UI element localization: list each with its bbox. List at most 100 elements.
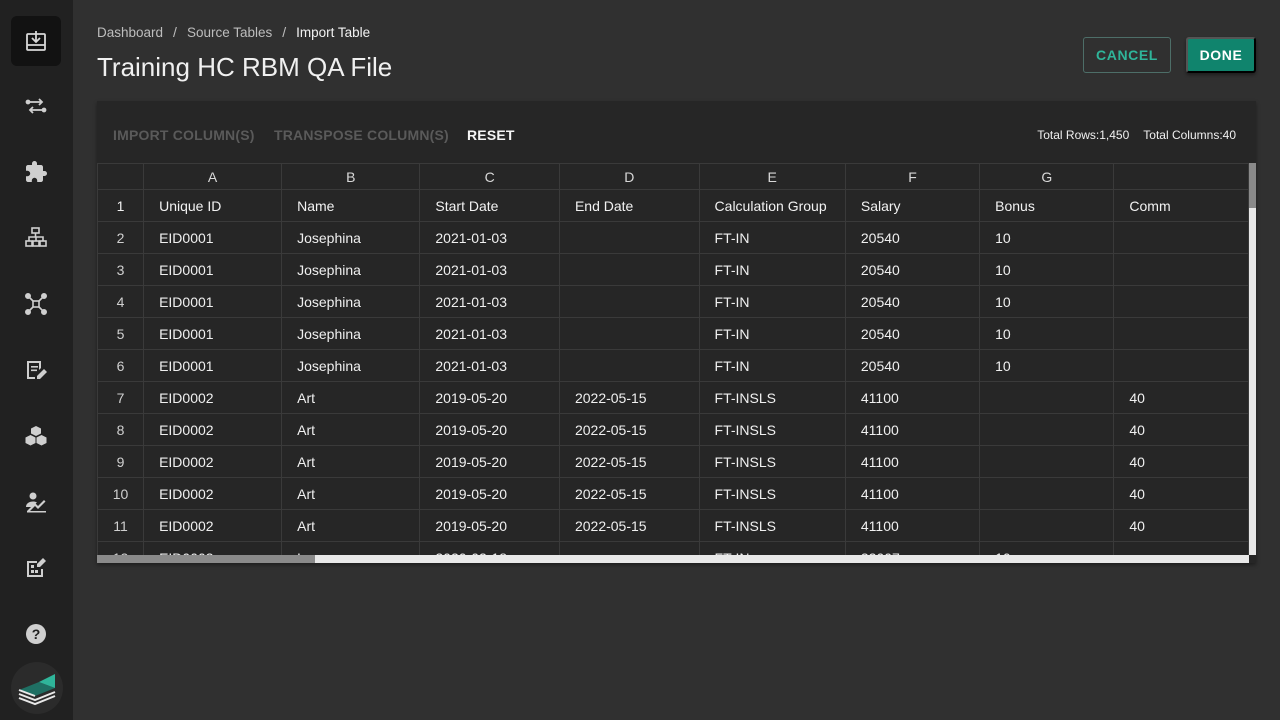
column-letter[interactable] [1113,163,1249,190]
import-columns-button[interactable]: IMPORT COLUMN(S) [113,127,255,143]
header-cell[interactable]: End Date [558,189,700,222]
sidebar-item-transfer[interactable] [11,81,61,131]
table-cell[interactable]: FT-IN [698,317,846,350]
table-cell[interactable]: 32007 [844,541,981,555]
table-cell[interactable]: Art [281,445,421,478]
table-cell[interactable]: EID0003 [143,541,283,555]
table-cell[interactable]: EID0002 [143,477,283,510]
sidebar-item-network[interactable] [11,279,61,329]
table-cell[interactable]: 10 [979,285,1115,318]
sidebar-item-plugins[interactable] [11,147,61,197]
table-cell[interactable]: 10 [979,253,1115,286]
table-cell[interactable]: FT-IN [698,221,846,254]
breadcrumb-dashboard[interactable]: Dashboard [97,25,163,40]
header-cell[interactable]: Calculation Group [698,189,846,222]
sidebar-item-grid-edit[interactable] [11,543,61,593]
table-cell[interactable]: 40 [1113,509,1249,542]
table-cell[interactable] [1113,349,1249,382]
horizontal-scroll-thumb[interactable] [97,555,315,563]
table-cell[interactable]: 41100 [844,413,981,446]
column-letter[interactable]: A [143,163,283,190]
sidebar-item-edit-document[interactable] [11,345,61,395]
table-cell[interactable] [1113,221,1249,254]
table-cell[interactable]: 10 [979,221,1115,254]
table-cell[interactable]: 41100 [844,477,981,510]
table-cell[interactable]: 40 [1113,445,1249,478]
table-cell[interactable] [558,317,700,350]
reset-button[interactable]: RESET [467,127,515,143]
app-logo[interactable] [11,662,63,714]
table-cell[interactable]: 2021-01-03 [419,317,560,350]
sidebar-item-import[interactable] [11,16,61,66]
vertical-scroll-thumb[interactable] [1249,163,1256,208]
table-cell[interactable]: Art [281,413,421,446]
column-letter[interactable]: D [558,163,700,190]
table-cell[interactable]: 40 [1113,477,1249,510]
table-cell[interactable]: FT-IN [698,253,846,286]
table-cell[interactable]: 2021-01-03 [419,349,560,382]
table-cell[interactable]: 2019-05-20 [419,381,560,414]
table-cell[interactable]: Art [281,477,421,510]
table-cell[interactable]: 2022-05-15 [558,381,700,414]
table-cell[interactable]: Josephina [281,285,421,318]
table-cell[interactable]: 41100 [844,381,981,414]
column-letter[interactable]: B [281,163,421,190]
table-cell[interactable]: 10 [979,317,1115,350]
table-cell[interactable] [558,253,700,286]
table-cell[interactable]: 2021-01-03 [419,285,560,318]
table-cell[interactable]: 2019-05-20 [419,445,560,478]
table-cell[interactable]: EID0001 [143,285,283,318]
table-cell[interactable] [979,381,1115,414]
table-cell[interactable] [1113,317,1249,350]
table-cell[interactable] [1113,541,1249,555]
table-cell[interactable]: 2019-05-20 [419,509,560,542]
table-cell[interactable] [558,221,700,254]
table-cell[interactable]: 20540 [844,317,981,350]
header-cell[interactable]: Name [281,189,421,222]
table-cell[interactable]: 20540 [844,221,981,254]
table-cell[interactable]: 20540 [844,253,981,286]
table-cell[interactable]: 2022-05-15 [558,477,700,510]
table-cell[interactable] [1113,285,1249,318]
table-cell[interactable]: FT-INSLS [698,509,846,542]
table-cell[interactable]: 2021-01-03 [419,221,560,254]
table-cell[interactable]: FT-INSLS [698,381,846,414]
table-cell[interactable]: EID0002 [143,445,283,478]
table-cell[interactable]: 40 [1113,413,1249,446]
table-cell[interactable]: FT-IN [698,541,846,555]
table-cell[interactable]: EID0002 [143,509,283,542]
table-cell[interactable] [979,413,1115,446]
table-cell[interactable] [979,477,1115,510]
table-cell[interactable] [558,541,700,555]
table-cell[interactable]: 2020-02-18 [419,541,560,555]
header-cell[interactable]: Comm [1113,189,1249,222]
table-cell[interactable] [979,509,1115,542]
table-cell[interactable]: Josephina [281,253,421,286]
table-cell[interactable]: EID0001 [143,253,283,286]
table-cell[interactable]: Josephina [281,317,421,350]
table-cell[interactable]: FT-INSLS [698,477,846,510]
table-cell[interactable] [979,445,1115,478]
sidebar-item-user-chart[interactable] [11,477,61,527]
table-cell[interactable]: 2022-05-15 [558,445,700,478]
header-cell[interactable]: Unique ID [143,189,283,222]
table-cell[interactable]: 2019-05-20 [419,413,560,446]
header-cell[interactable]: Bonus [979,189,1115,222]
table-cell[interactable]: 10 [979,541,1115,555]
table-cell[interactable]: 41100 [844,445,981,478]
table-cell[interactable]: Josephina [281,221,421,254]
table-cell[interactable] [1113,253,1249,286]
sidebar-item-help[interactable]: ? [11,609,61,659]
header-cell[interactable]: Salary [844,189,981,222]
done-button[interactable]: DONE [1186,37,1256,73]
table-cell[interactable]: EID0001 [143,349,283,382]
horizontal-scrollbar[interactable] [97,555,1249,563]
table-cell[interactable]: FT-INSLS [698,445,846,478]
table-cell[interactable]: Josephina [281,349,421,382]
sidebar-item-cubes[interactable] [11,411,61,461]
table-cell[interactable]: 2021-01-03 [419,253,560,286]
header-cell[interactable]: Start Date [419,189,560,222]
table-cell[interactable]: FT-IN [698,285,846,318]
table-cell[interactable]: 20540 [844,285,981,318]
table-cell[interactable]: 2022-05-15 [558,509,700,542]
